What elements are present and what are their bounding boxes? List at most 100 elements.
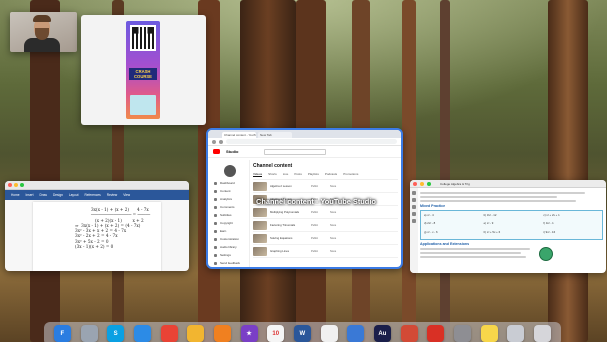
trash-icon[interactable] <box>533 325 551 342</box>
zoom-icon[interactable] <box>427 181 431 186</box>
sidebar-item[interactable]: Earn <box>210 227 249 235</box>
video-thumbnail[interactable] <box>253 233 267 243</box>
pdf-viewer-window[interactable]: College Algebra & Trig Mixed Practice a)… <box>410 180 606 273</box>
youtube-logo-icon[interactable] <box>213 149 220 154</box>
video-title[interactable]: Factoring Trinomials <box>270 223 308 227</box>
content-tab[interactable]: Playlists <box>308 172 319 177</box>
table-row[interactable]: Graphing Lines Public None <box>253 245 398 258</box>
skype-icon[interactable]: S <box>107 325 125 342</box>
tab-youtube-studio[interactable]: Channel content - YouTube Studio <box>222 132 256 138</box>
content-tab[interactable]: Live <box>283 172 289 177</box>
visibility-cell[interactable]: Public <box>311 185 327 188</box>
forward-icon[interactable] <box>219 139 223 144</box>
keynote-icon[interactable] <box>347 325 365 342</box>
sidebar-item[interactable]: Analytics <box>210 195 249 203</box>
vlc-icon[interactable] <box>213 325 231 342</box>
back-icon[interactable] <box>212 139 216 144</box>
content-tab[interactable]: Promotions <box>343 172 358 177</box>
ribbon-tab[interactable]: References <box>84 193 100 197</box>
preview-icon[interactable] <box>400 325 418 342</box>
visibility-cell[interactable]: Public <box>311 211 327 214</box>
video-title[interactable]: Solving Equations <box>270 236 308 240</box>
tab-new[interactable]: New Tab <box>258 132 292 138</box>
table-row[interactable]: Solving Equations Public None <box>253 232 398 245</box>
ribbon-tab[interactable]: Insert <box>26 193 34 197</box>
sidebar-item[interactable]: Settings <box>210 251 249 259</box>
pointer-tool-icon[interactable] <box>412 191 416 195</box>
word-icon[interactable]: W <box>293 325 311 342</box>
zoom-icon[interactable] <box>20 183 24 187</box>
practice-problem: g) x² - x - 6 <box>424 229 438 234</box>
word-ribbon[interactable]: Home Insert Draw Design Layout References Revi… <box>5 190 189 200</box>
pdf-page[interactable]: Mixed Practice a) x² - 4 b) 3x² - 12 c) x²… <box>420 190 603 273</box>
sidebar-item[interactable]: Subtitles <box>210 211 249 219</box>
window-titlebar[interactable] <box>5 181 189 190</box>
content-tab[interactable]: Shorts <box>268 172 277 177</box>
channel-avatar[interactable] <box>223 165 236 177</box>
content-tab[interactable]: Podcasts <box>325 172 337 177</box>
address-bar[interactable] <box>208 138 401 146</box>
ribbon-tab[interactable]: Review <box>107 193 117 197</box>
document-page[interactable]: 3x(x - 1) + (x + 2) 4 - 7x ──────────────… <box>33 202 161 271</box>
ribbon-tab[interactable]: Home <box>11 193 20 197</box>
video-thumbnail[interactable] <box>253 181 267 191</box>
ribbon-tab[interactable]: Layout <box>69 193 79 197</box>
text-tool-icon[interactable] <box>412 212 416 216</box>
flyer-preview-window[interactable]: CRASH COURSE <box>81 15 206 125</box>
finder-icon[interactable]: F <box>53 325 71 342</box>
table-row[interactable]: Factoring Trinomials Public None <box>253 219 398 232</box>
content-tab[interactable]: Videos <box>253 172 263 177</box>
sidebar-item[interactable]: Copyright <box>210 219 249 227</box>
calendar-icon[interactable]: 10 <box>267 325 285 342</box>
photos-icon[interactable] <box>187 325 205 342</box>
sidebar-item[interactable]: Comments <box>210 203 249 211</box>
ribbon-tab[interactable]: Draw <box>40 193 47 197</box>
close-icon[interactable] <box>413 181 417 186</box>
highlight-tool-icon[interactable] <box>412 205 416 209</box>
video-thumbnail[interactable] <box>253 220 267 230</box>
studio-search-input[interactable] <box>264 148 327 155</box>
youtube-studio-window[interactable]: Channel content - YouTube Studio New Tab… <box>206 128 403 269</box>
nav-icon <box>214 253 217 257</box>
launchpad-icon[interactable] <box>80 325 98 342</box>
visibility-cell[interactable]: Public <box>311 250 327 253</box>
url-field[interactable] <box>226 139 397 144</box>
word-document-window[interactable]: Home Insert Draw Design Layout References Revi… <box>5 181 189 271</box>
safari-icon[interactable] <box>133 325 151 342</box>
content-tab[interactable]: Posts <box>294 172 302 177</box>
sidebar-item[interactable]: Dashboard <box>210 179 249 187</box>
pages-icon[interactable] <box>320 325 338 342</box>
chrome-icon[interactable] <box>160 325 178 342</box>
minimize-icon[interactable] <box>420 181 424 186</box>
shape-tool-icon[interactable] <box>412 219 416 223</box>
video-thumbnail[interactable] <box>253 207 267 217</box>
close-icon[interactable] <box>8 183 12 187</box>
seal-icon <box>539 247 553 261</box>
sidebar-item[interactable]: Audio library <box>210 243 249 251</box>
pen-tool-icon[interactable] <box>412 198 416 202</box>
pdf-toolbar[interactable]: College Algebra & Trig <box>410 180 606 188</box>
imovie-icon[interactable]: ★ <box>240 325 258 342</box>
sidebar-item[interactable]: Send feedback <box>210 259 249 267</box>
sidebar-item[interactable]: Content <box>210 187 249 195</box>
sidebar-item[interactable]: Customization <box>210 235 249 243</box>
files-icon[interactable] <box>507 325 525 342</box>
nav-icon <box>214 189 217 193</box>
browser-tab-strip[interactable]: Channel content - YouTube Studio New Tab <box>208 130 401 138</box>
table-row[interactable]: Multiplying Polynomials Public None <box>253 206 398 219</box>
video-title[interactable]: Graphing Lines <box>270 249 308 253</box>
visibility-cell[interactable]: Public <box>311 237 327 240</box>
video-title[interactable]: Multiplying Polynomials <box>270 210 308 214</box>
settings-icon[interactable] <box>453 325 471 342</box>
audition-icon[interactable]: Au <box>373 325 391 342</box>
visibility-cell[interactable]: Public <box>311 224 327 227</box>
video-title[interactable]: Algebra 2 Lesson <box>270 184 308 188</box>
ribbon-tab[interactable]: Design <box>53 193 63 197</box>
video-thumbnail[interactable] <box>253 246 267 256</box>
ribbon-tab[interactable]: View <box>123 193 130 197</box>
minimize-icon[interactable] <box>14 183 18 187</box>
restrictions-cell: None <box>330 236 337 240</box>
notes-icon[interactable] <box>480 325 498 342</box>
table-row[interactable]: Algebra 2 Lesson Public None <box>253 180 398 193</box>
acrobat-icon[interactable] <box>427 325 445 342</box>
